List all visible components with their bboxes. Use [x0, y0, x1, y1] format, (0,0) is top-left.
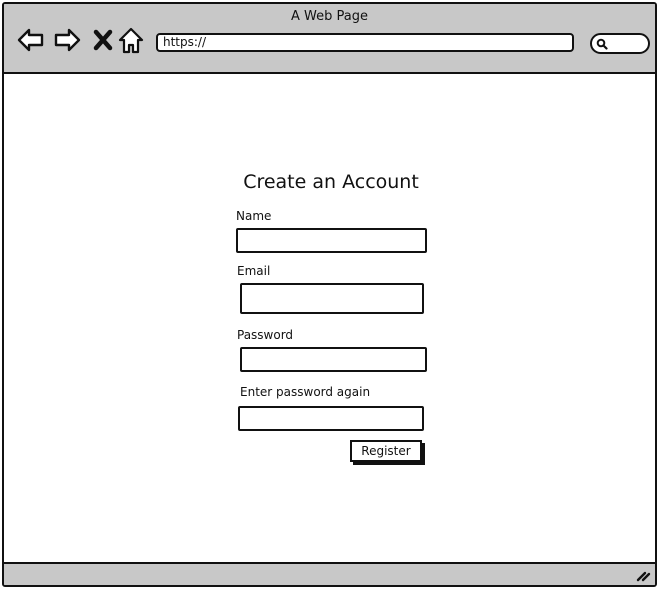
- email-input[interactable]: [240, 283, 424, 314]
- forward-arrow-icon[interactable]: [52, 25, 82, 55]
- password-label: Password: [237, 328, 294, 342]
- search-box[interactable]: [590, 33, 650, 54]
- name-input[interactable]: [236, 228, 427, 253]
- name-label: Name: [236, 209, 272, 223]
- form-title: Create an Account: [243, 171, 419, 193]
- page-content: Create an Account Name Email Password En…: [4, 74, 655, 566]
- password-confirm-label: Enter password again: [240, 385, 371, 399]
- status-bar: [4, 562, 655, 585]
- email-label: Email: [237, 264, 271, 278]
- password-input[interactable]: [240, 347, 427, 372]
- register-button[interactable]: Register: [350, 440, 422, 462]
- close-x-icon[interactable]: [88, 25, 118, 55]
- back-arrow-icon[interactable]: [16, 25, 46, 55]
- url-bar[interactable]: https://: [156, 33, 574, 52]
- browser-toolbar: A Web Page https://: [4, 4, 655, 74]
- browser-window: A Web Page https:// Create an Account Na…: [2, 2, 657, 587]
- window-title: A Web Page: [291, 9, 368, 24]
- search-icon: [596, 38, 608, 50]
- resize-grip-icon[interactable]: [635, 567, 651, 583]
- password-confirm-input[interactable]: [238, 406, 424, 431]
- home-icon[interactable]: [116, 25, 146, 55]
